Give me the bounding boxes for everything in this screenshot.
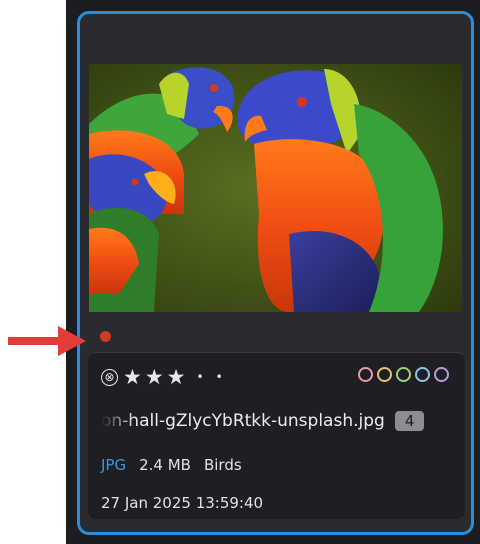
color-label-dot [100,331,111,342]
color-label-circle[interactable] [434,367,449,382]
stack-count-badge[interactable]: 4 [394,411,425,431]
thumbnail-image[interactable] [89,64,462,312]
unrated-dot-icon[interactable]: • [196,371,203,383]
color-label-selector [354,367,449,382]
star-icon[interactable]: ★ [123,366,142,388]
file-type: JPG [101,456,127,474]
file-size: 2.4 MB [139,456,191,474]
color-label-circle[interactable] [415,367,430,382]
folder-name: Birds [203,456,242,474]
thumbnail-info-panel: ⊗ ★ ★ ★ • • on-hall-gZlycYbRtkk-unsplash.jpg… [88,352,465,519]
reject-icon[interactable]: ⊗ [101,368,118,386]
unrated-dot-icon[interactable]: • [216,371,223,383]
filename-text[interactable]: on-hall-gZlycYbRtkk-unsplash.jpg [101,411,385,431]
color-label-circle[interactable] [358,367,373,382]
star-icon[interactable]: ★ [167,366,186,388]
capture-datetime: 27 Jan 2025 13:59:40 [101,494,264,512]
filename-row: on-hall-gZlycYbRtkk-unsplash.jpg 4 [101,407,451,435]
rating-row: ⊗ ★ ★ ★ • • [101,365,227,389]
file-meta-row: JPG 2.4 MB Birds [101,456,255,474]
star-icon[interactable]: ★ [145,366,164,388]
star-rating[interactable]: ★ ★ ★ • • [123,366,227,388]
red-arrow-pointer [8,326,86,356]
color-label-circle[interactable] [377,367,392,382]
color-label-circle[interactable] [396,367,411,382]
